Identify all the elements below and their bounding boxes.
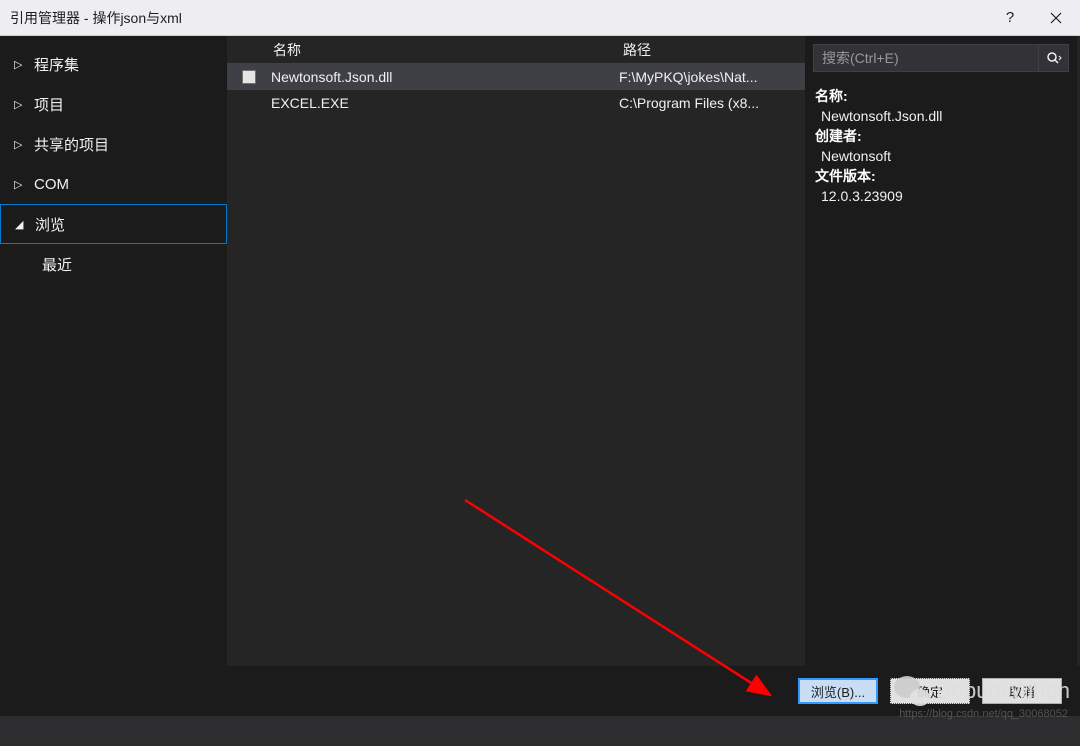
detail-version-value: 12.0.3.23909 [815,186,1067,206]
column-header-name[interactable]: 名称 [271,40,619,60]
chevron-right-icon: ▷ [14,98,28,111]
help-button[interactable]: ? [996,4,1024,32]
checkbox-icon[interactable] [242,70,256,84]
sidebar-item-label: COM [34,176,69,193]
sidebar: ▷ 程序集 ▷ 项目 ▷ 共享的项目 ▷ COM ◢ 浏览 最近 [0,36,227,666]
window-title: 引用管理器 - 操作json与xml [10,8,996,28]
detail-version-label: 文件版本: [815,166,1067,186]
detail-name-value: Newtonsoft.Json.dll [815,106,1067,126]
sidebar-item-shared[interactable]: ▷ 共享的项目 [0,124,227,164]
search-box[interactable] [813,44,1069,72]
column-header-path[interactable]: 路径 [619,40,805,60]
file-row[interactable]: EXCEL.EXE C:\Program Files (x8... [227,90,805,116]
titlebar: 引用管理器 - 操作json与xml ? [0,0,1080,36]
file-row[interactable]: Newtonsoft.Json.dll F:\MyPKQ\jokes\Nat..… [227,64,805,90]
details-panel: 名称: Newtonsoft.Json.dll 创建者: Newtonsoft … [805,36,1077,666]
watermark: DebugWuhen [894,676,1070,706]
file-checkbox-cell[interactable] [227,70,271,84]
sidebar-item-projects[interactable]: ▷ 项目 [0,84,227,124]
watermark-url: https://blog.csdn.net/qq_30068052 [899,708,1068,720]
file-path: C:\Program Files (x8... [619,95,805,111]
chevron-down-icon: ◢ [15,218,29,231]
file-list: 名称 路径 Newtonsoft.Json.dll F:\MyPKQ\jokes… [227,36,805,666]
sidebar-item-label: 项目 [34,94,64,115]
sidebar-item-label: 共享的项目 [34,134,109,155]
search-input[interactable] [814,50,1038,66]
sidebar-item-com[interactable]: ▷ COM [0,164,227,204]
detail-name-label: 名称: [815,86,1067,106]
file-name: EXCEL.EXE [271,95,619,111]
sidebar-item-browse[interactable]: ◢ 浏览 [0,204,227,244]
chevron-right-icon: ▷ [14,138,28,151]
browse-button[interactable]: 浏览(B)... [798,678,878,704]
file-name: Newtonsoft.Json.dll [271,69,619,85]
detail-creator-label: 创建者: [815,126,1067,146]
sidebar-item-assemblies[interactable]: ▷ 程序集 [0,44,227,84]
file-path: F:\MyPKQ\jokes\Nat... [619,69,805,85]
sidebar-item-label: 程序集 [34,54,79,75]
sidebar-item-label: 浏览 [35,214,65,235]
sidebar-subitem-label: 最近 [42,254,72,275]
sidebar-subitem-recent[interactable]: 最近 [0,244,227,284]
detail-creator-value: Newtonsoft [815,146,1067,166]
close-button[interactable] [1042,4,1070,32]
wechat-icon [894,676,930,706]
search-icon[interactable] [1038,45,1068,71]
chevron-right-icon: ▷ [14,58,28,71]
file-list-header: 名称 路径 [227,36,805,64]
chevron-right-icon: ▷ [14,178,28,191]
close-icon [1050,12,1062,24]
watermark-text: DebugWuhen [936,678,1070,704]
